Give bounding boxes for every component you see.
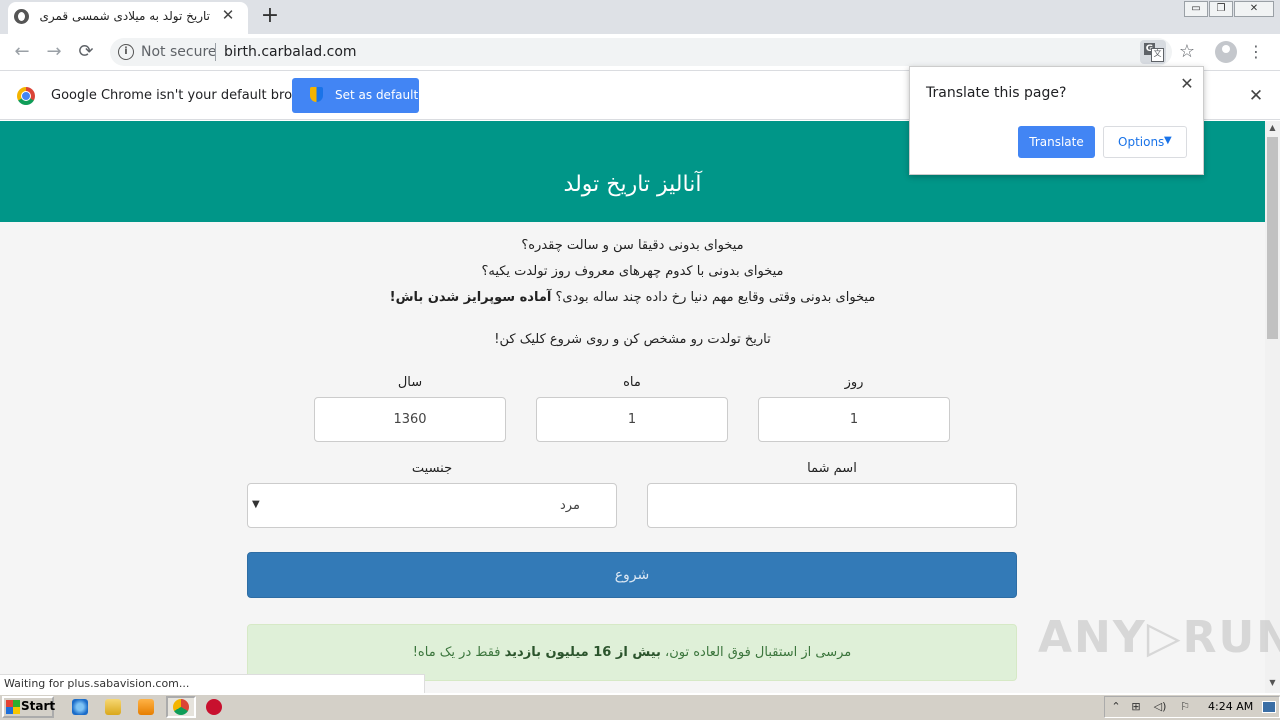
name-label: اسم شما [807,461,857,476]
month-input[interactable]: 1 [536,397,728,442]
restore-button[interactable]: ❐ [1209,1,1233,17]
thanks-highlight: بیش از [611,645,661,660]
show-desktop-icon[interactable] [1262,701,1276,713]
start-label[interactable]: Start [21,699,55,713]
intro-line: میخوای بدونی دقیقا سن و سالت چقدره؟ [521,238,744,253]
scroll-down-icon[interactable]: ▼ [1266,678,1279,688]
reload-button[interactable]: ⟳ [74,40,98,64]
thanks-text: مرسی از استقبال فوق العاده تون، [660,645,852,660]
opera-icon[interactable] [206,699,222,715]
watermark-logo: ANY▷RUN [1038,612,1280,663]
globe-icon [14,9,29,24]
infobar-message: Google Chrome isn't your default browser [51,88,323,103]
scrollbar-thumb[interactable] [1267,137,1278,339]
action-center-flag-icon[interactable]: ⚐ [1178,700,1192,714]
name-input[interactable] [647,483,1017,528]
intro-line: میخوای بدونی با کدوم چهرهای معروف روز تو… [481,264,784,279]
network-icon[interactable]: ⊞ [1129,700,1143,714]
windows-logo-icon [6,700,20,714]
instruction-text: تاریخ تولدت رو مشخص کن و روی شروع کلیک ک… [494,332,771,347]
menu-icon[interactable]: ⋮ [1248,40,1264,64]
clock[interactable]: 4:24 AM [1208,700,1253,713]
month-label: ماه [623,375,641,390]
scroll-up-icon[interactable]: ▲ [1266,123,1279,133]
new-tab-button[interactable]: + [258,3,282,29]
folder-icon[interactable] [105,699,121,715]
profile-avatar[interactable] [1215,41,1237,63]
set-default-label[interactable]: Set as default [335,88,418,102]
gender-label: جنسیت [411,461,453,476]
start-button[interactable]: شروع [247,552,1017,598]
intro-highlight: آماده سوپرایز شدن باش! [389,290,552,305]
intro-text: میخوای بدونی وقتی وقایع مهم دنیا رخ داده… [551,290,876,305]
forward-button[interactable]: → [42,40,66,64]
chrome-icon[interactable] [173,699,189,715]
url-text[interactable]: birth.carbalad.com [224,44,357,60]
divider [215,43,216,61]
options-label[interactable]: Options [1118,135,1164,149]
volume-icon[interactable]: ◁) [1153,700,1167,714]
status-text: Waiting for plus.sabavision.com... [4,677,190,690]
thanks-message: مرسی از استقبال فوق العاده تون، بیش از 1… [247,645,1017,660]
intro-line: میخوای بدونی وقتی وقایع مهم دنیا رخ داده… [0,290,1265,305]
translate-popup [909,66,1204,175]
page-title: آنالیز تاریخ تولد [563,172,702,197]
info-icon[interactable]: i [118,44,134,60]
tab-close-icon[interactable]: ✕ [220,6,236,24]
ie-icon[interactable] [72,699,88,715]
visit-count: 16 [593,645,612,660]
thanks-highlight: میلیون بازدید [504,645,594,660]
translate-icon[interactable] [1140,40,1166,64]
translate-button[interactable]: Translate [1018,126,1095,158]
day-input[interactable]: 1 [758,397,950,442]
year-label: سال [397,375,423,390]
chevron-down-icon[interactable]: ▼ [1164,135,1172,146]
security-label[interactable]: Not secure [141,44,217,60]
shield-icon [310,87,323,102]
translate-question: Translate this page? [926,85,1067,101]
back-button[interactable]: ← [10,40,34,64]
infobar-close-icon[interactable]: ✕ [1248,86,1264,106]
chrome-logo-icon [17,87,35,105]
minimize-button[interactable]: ▭ [1184,1,1208,17]
tray-expand-icon[interactable]: ⌃ [1109,700,1123,714]
dropdown-arrow-icon[interactable]: ▼ [252,499,260,510]
media-player-icon[interactable] [138,699,154,715]
day-label: روز [844,375,864,390]
window-close-button[interactable]: ✕ [1234,1,1274,17]
translate-close-icon[interactable]: ✕ [1179,74,1195,93]
bookmark-star-icon[interactable]: ☆ [1176,40,1198,64]
tab-title[interactable]: تاریخ تولد به میلادی شمسی قمری - [40,9,210,23]
thanks-text: فقط در یک ماه! [412,645,505,660]
gender-value[interactable]: مرد [560,498,580,513]
year-input[interactable]: 1360 [314,397,506,442]
